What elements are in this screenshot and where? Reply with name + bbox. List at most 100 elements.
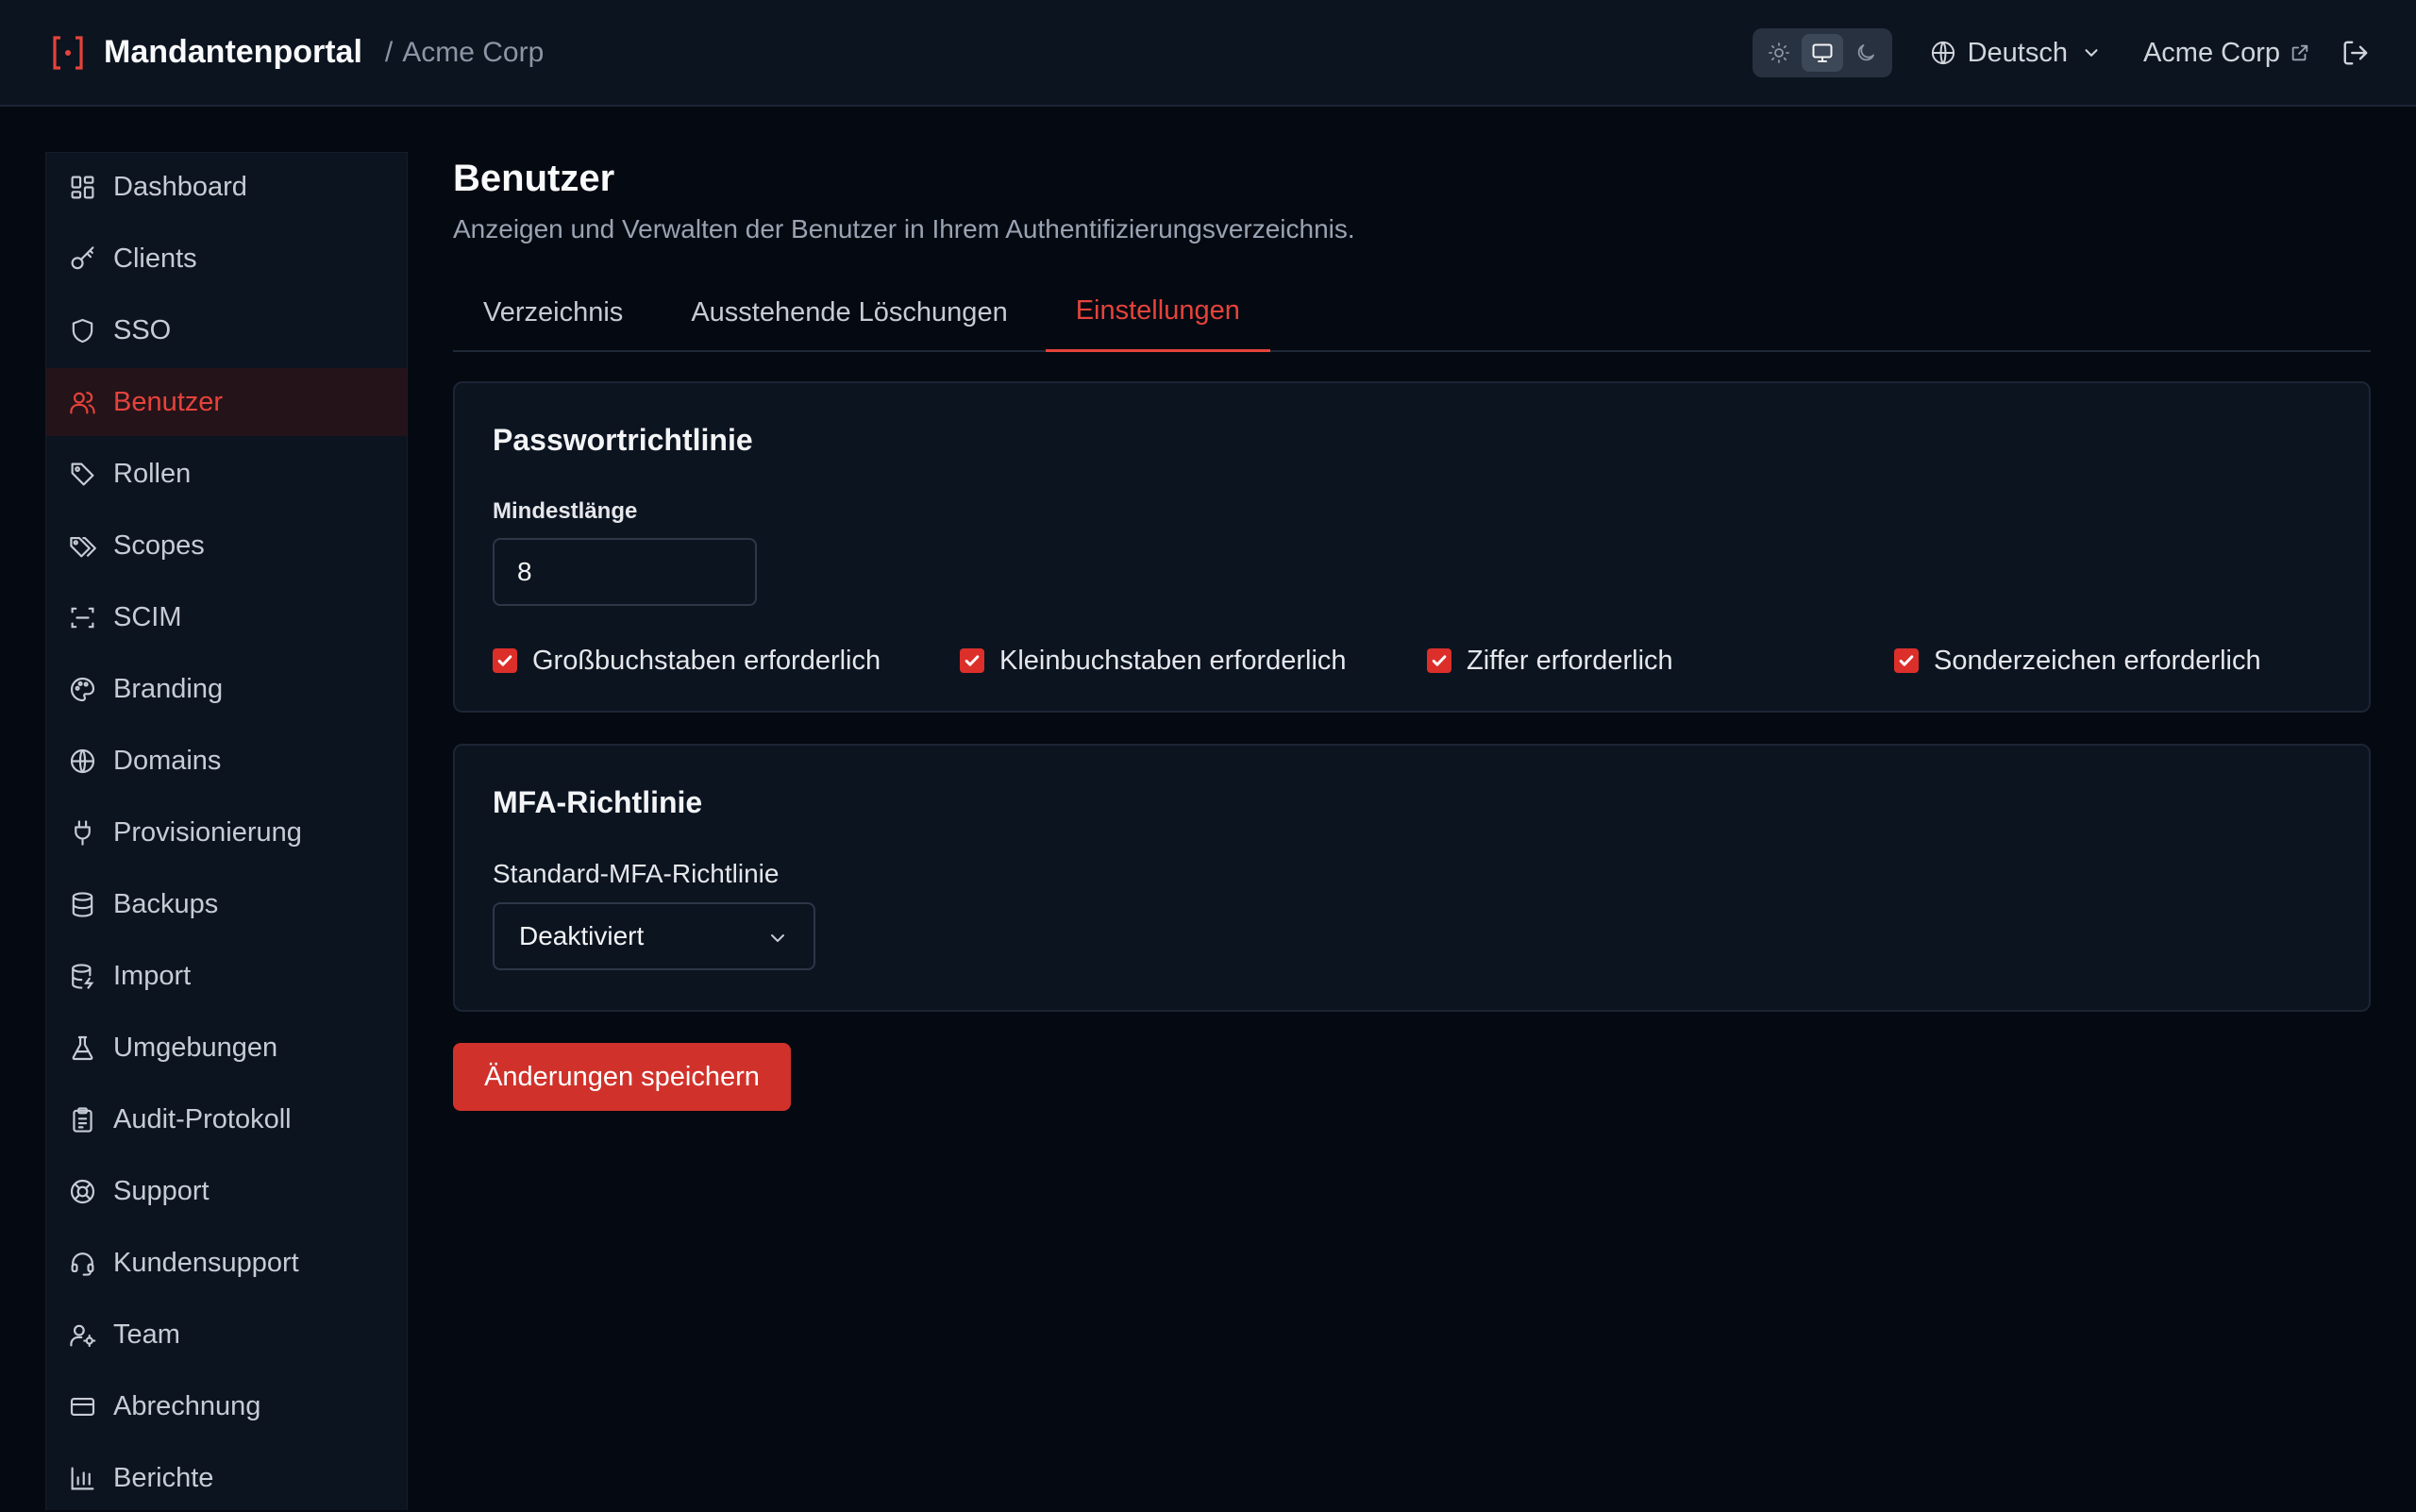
checkbox-uppercase[interactable]: Großbuchstaben erforderlich: [493, 642, 881, 680]
checkbox-lowercase[interactable]: Kleinbuchstaben erforderlich: [960, 642, 1347, 680]
save-changes-button[interactable]: Änderungen speichern: [453, 1043, 791, 1111]
header-actions: Deutsch Acme Corp: [1752, 0, 2416, 106]
language-selector[interactable]: Deutsch: [1930, 38, 2102, 69]
sidebar-item-label: Support: [113, 1175, 210, 1206]
external-link-icon: [2291, 44, 2308, 61]
bar-chart-icon: [71, 1467, 94, 1489]
password-requirements: Großbuchstaben erforderlich Kleinbuchsta…: [493, 642, 2342, 680]
sidebar-item-rollen[interactable]: Rollen: [46, 440, 407, 508]
tab-verzeichnis[interactable]: Verzeichnis: [453, 273, 653, 352]
sidebar-item-support[interactable]: Support: [46, 1157, 407, 1225]
sidebar-item-kundensupport[interactable]: Kundensupport: [46, 1229, 407, 1297]
tab-bar: Verzeichnis Ausstehende Löschungen Einst…: [453, 273, 2371, 352]
shield-icon: [72, 318, 93, 343]
sidebar-item-label: Team: [113, 1319, 180, 1350]
app-title: Mandantenportal: [104, 34, 362, 70]
dashboard-icon: [71, 176, 94, 198]
checkmark-icon: [965, 655, 980, 666]
page-title: Benutzer: [453, 158, 615, 199]
min-length-label: Mindestlänge: [493, 498, 638, 524]
logo-icon: [53, 35, 83, 70]
sidebar-item-label: Rollen: [113, 458, 192, 489]
headset-icon: [71, 1252, 94, 1276]
lifebuoy-icon: [70, 1179, 95, 1203]
sidebar-item-provisionierung[interactable]: Provisionierung: [46, 798, 407, 866]
sidebar-nav: Dashboard Clients SSO Benutzer Rollen Sc…: [46, 153, 407, 1512]
globe-icon: [1931, 41, 1955, 65]
sidebar-item-domains[interactable]: Domains: [46, 727, 407, 795]
checkbox-label: Ziffer erforderlich: [1467, 645, 1673, 676]
sidebar-item-abrechnung[interactable]: Abrechnung: [46, 1372, 407, 1440]
default-mfa-select[interactable]: Deaktiviert: [493, 902, 815, 970]
top-bar: Mandantenportal / Acme Corp Deutsch Acme…: [0, 0, 2416, 107]
sidebar-item-label: Dashboard: [113, 171, 247, 202]
mfa-policy-card: MFA-Richtlinie Standard-MFA-Richtlinie D…: [453, 744, 2371, 1012]
monitor-icon: [1812, 43, 1833, 62]
tenant-link-label: Acme Corp: [2142, 37, 2280, 68]
checkbox-checked[interactable]: [493, 648, 517, 673]
credit-card-icon: [70, 1397, 95, 1416]
mfa-policy-title: MFA-Richtlinie: [493, 785, 703, 819]
chevron-down-icon: [771, 934, 784, 942]
theme-dark-button[interactable]: [1845, 34, 1887, 72]
sidebar-item-umgebungen[interactable]: Umgebungen: [46, 1014, 407, 1082]
sidebar-item-label: Provisionierung: [113, 816, 302, 848]
sidebar-item-label: Umgebungen: [113, 1032, 278, 1063]
logout-button[interactable]: [2340, 38, 2371, 68]
checkmark-icon: [1432, 655, 1447, 666]
sidebar-item-label: SCIM: [113, 601, 182, 632]
sidebar-item-import[interactable]: Import: [46, 942, 407, 1010]
clipboard-icon: [73, 1106, 92, 1133]
page-subtitle: Anzeigen und Verwalten der Benutzer in I…: [453, 214, 1355, 244]
database-icon: [72, 891, 93, 917]
sidebar-item-berichte[interactable]: Berichte: [46, 1444, 407, 1512]
checkbox-label: Großbuchstaben erforderlich: [532, 645, 881, 676]
checkmark-icon: [497, 655, 512, 666]
chevron-down-icon: [2085, 49, 2098, 57]
sidebar-item-scopes[interactable]: Scopes: [46, 512, 407, 580]
tab-einstellungen[interactable]: Einstellungen: [1045, 273, 1270, 352]
checkbox-label: Sonderzeichen erforderlich: [1934, 645, 2261, 676]
checkbox-checked[interactable]: [960, 648, 984, 673]
sun-icon: [1768, 42, 1789, 63]
sidebar-item-label: Domains: [113, 745, 222, 776]
theme-system-button[interactable]: [1801, 34, 1843, 72]
user-cog-icon: [70, 1324, 96, 1347]
tab-ausstehende-loeschungen[interactable]: Ausstehende Löschungen: [661, 273, 1037, 352]
flask-icon: [72, 1035, 93, 1060]
sidebar-item-scim[interactable]: SCIM: [46, 583, 407, 651]
breadcrumb-separator: /: [384, 36, 394, 68]
checkbox-checked[interactable]: [1427, 648, 1451, 673]
breadcrumb: / Acme Corp: [385, 37, 544, 69]
password-policy-title: Passwortrichtlinie: [493, 423, 753, 457]
sidebar-item-label: Kundensupport: [113, 1247, 299, 1278]
select-value: Deaktiviert: [519, 921, 645, 950]
tenant-external-link[interactable]: Acme Corp: [2143, 38, 2310, 69]
globe-icon: [70, 748, 95, 773]
sidebar-item-label: Scopes: [113, 529, 205, 561]
sidebar-item-backups[interactable]: Backups: [46, 870, 407, 938]
sidebar-item-label: Branding: [113, 673, 224, 704]
sidebar-item-team[interactable]: Team: [46, 1301, 407, 1369]
sidebar-item-sso[interactable]: SSO: [46, 296, 407, 364]
users-icon: [70, 391, 95, 413]
theme-light-button[interactable]: [1758, 34, 1800, 72]
tag-icon: [71, 462, 94, 485]
min-length-input[interactable]: [493, 538, 757, 606]
sidebar-item-branding[interactable]: Branding: [46, 655, 407, 723]
sidebar-item-clients[interactable]: Clients: [46, 225, 407, 293]
sidebar-item-dashboard[interactable]: Dashboard: [46, 153, 407, 221]
checkbox-checked[interactable]: [1894, 648, 1919, 673]
sidebar-item-benutzer[interactable]: Benutzer: [46, 368, 407, 436]
checkbox-special-char[interactable]: Sonderzeichen erforderlich: [1894, 642, 2261, 680]
default-mfa-label: Standard-MFA-Richtlinie: [493, 859, 780, 888]
theme-toggle: [1752, 28, 1892, 77]
sidebar-item-label: Clients: [113, 243, 197, 274]
sidebar-item-audit-protokoll[interactable]: Audit-Protokoll: [46, 1085, 407, 1153]
sidebar-item-label: Benutzer: [113, 386, 224, 417]
brand[interactable]: Mandantenportal / Acme Corp: [51, 34, 544, 72]
password-policy-card: Passwortrichtlinie Mindestlänge Großbuch…: [453, 381, 2371, 713]
palette-icon: [71, 677, 95, 701]
sidebar-item-label: Abrechnung: [113, 1390, 261, 1421]
checkbox-digit[interactable]: Ziffer erforderlich: [1427, 642, 1673, 680]
